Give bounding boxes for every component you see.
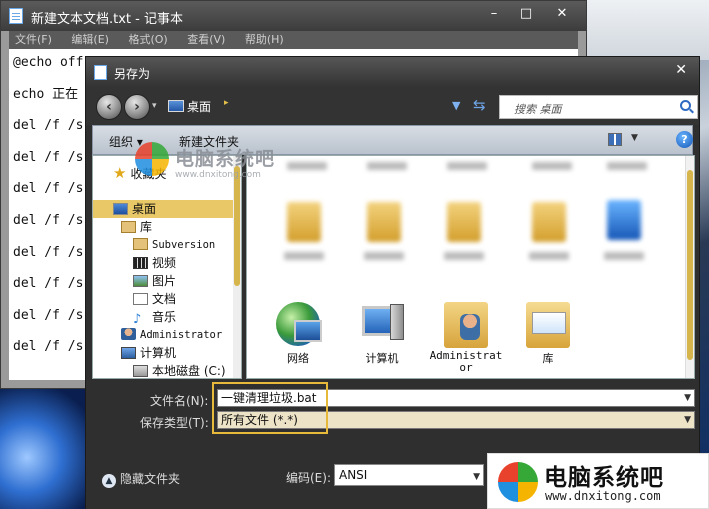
close-button[interactable]: ✕ [549,3,575,25]
library-icon [526,302,570,348]
help-icon[interactable]: ? [676,131,693,148]
content-item-computer[interactable]: 计算机 [343,302,421,366]
refresh-icon[interactable]: ⇆ [473,96,486,114]
menu-view[interactable]: 查看(V) [187,31,225,49]
notepad-menubar: 文件(F) 编辑(E) 格式(O) 查看(V) 帮助(H) [9,31,578,49]
nav-item-music[interactable]: ♪ 音乐 [133,308,176,327]
nav-item-pictures[interactable]: 图片 [133,272,176,290]
address-chevron-icon[interactable]: ▸ [224,98,229,108]
document-icon [133,293,148,305]
forward-icon[interactable]: › [124,94,150,120]
menu-file[interactable]: 文件(F) [15,31,52,49]
content-scrollbar-thumb[interactable] [687,170,693,360]
nav-item-documents[interactable]: 文档 [133,290,176,308]
network-icon [276,302,322,346]
nav-item-videos[interactable]: 视频 [133,254,176,272]
minimize-button[interactable]: – [481,3,507,25]
chevron-up-icon: ▲ [102,474,116,488]
menu-help[interactable]: 帮助(H) [245,31,284,49]
blurred-folder-icon [287,202,321,242]
notepad-titlebar[interactable]: 新建文本文档.txt - 记事本 – □ ✕ [1,1,586,31]
view-dropdown-icon[interactable]: ▼ [631,133,638,143]
content-scrollbar[interactable] [685,156,694,378]
blurred-item-label [364,252,404,260]
desktop-icon [168,100,184,112]
address-dropdown-icon[interactable]: ▼ [452,99,460,112]
notepad-icon [94,65,107,80]
save-as-dialog: 另存为 ✕ ‹ › ▾ 桌面 ▸ ▼ ⇆ 搜索 桌面 组织 ▾ 新建文件夹 ▼ … [85,56,700,509]
windows-logo-icon [498,462,538,502]
blurred-folder-icon [447,202,481,242]
blurred-item-label [367,162,407,170]
star-icon: ★ [113,164,127,182]
video-icon [133,257,148,269]
blurred-item-label [447,162,487,170]
notepad-icon [9,8,23,24]
filetype-dropdown-icon[interactable]: ▼ [684,412,691,428]
maximize-button[interactable]: □ [513,3,539,25]
blurred-folder-icon [532,202,566,242]
user-folder-icon [444,302,488,348]
dialog-title: 另存为 [114,67,151,81]
annotation-highlight-box [212,382,328,434]
folder-icon [133,238,148,250]
nav-item-computer[interactable]: 计算机 [121,344,176,362]
menu-format[interactable]: 格式(O) [128,31,167,49]
view-mode-icon[interactable] [608,133,622,146]
blurred-item-label [532,162,572,170]
address-row: ‹ › ▾ 桌面 ▸ ▼ ⇆ 搜索 桌面 [86,87,699,125]
computer-icon [121,347,136,359]
drive-icon [133,365,148,377]
watermark-title: 电脑系统吧 [175,148,276,170]
filename-label: 文件名(N): [150,394,209,408]
desktop-icon [113,203,128,215]
brand-watermark: 电脑系统吧 www.dnxitong.com [487,453,709,509]
notepad-title: 新建文本文档.txt - 记事本 [31,12,183,27]
search-icon[interactable] [680,100,691,111]
library-icon [121,221,136,233]
content-item-library[interactable]: 库 [509,302,587,366]
user-icon [121,328,136,340]
brand-title: 电脑系统吧 [544,465,664,491]
blurred-item-label [529,252,569,260]
hide-folders-button[interactable]: ▲ 隐藏文件夹 [102,470,180,488]
music-icon: ♪ [133,312,142,327]
blurred-item-label [607,162,647,170]
computer-icon [360,302,404,346]
watermark-overlay: 电脑系统吧 www.dnxitong.com [135,142,305,192]
blurred-item-label [604,252,644,260]
blurred-app-icon [607,200,641,240]
address-location[interactable]: 桌面 [187,98,211,115]
blurred-folder-icon [367,202,401,242]
blurred-item-label [444,252,484,260]
menu-edit[interactable]: 编辑(E) [71,31,109,49]
nav-item-library[interactable]: 库 [121,218,152,236]
nav-item-subversion[interactable]: Subversion [133,236,215,254]
nav-item-local-disk[interactable]: 本地磁盘 (C:) [133,362,226,378]
search-placeholder: 搜索 桌面 [514,103,562,116]
encoding-dropdown-icon[interactable]: ▼ [473,467,480,487]
content-item-network[interactable]: 网络 [259,302,337,366]
windows-logo-icon [135,142,169,176]
content-item-administrator[interactable]: Administrator [427,302,505,374]
dialog-titlebar[interactable]: 另存为 ✕ [86,57,699,87]
desktop-window-edge [583,0,709,60]
history-dropdown-icon[interactable]: ▾ [152,101,157,111]
brand-url: www.dnxitong.com [545,489,661,503]
filetype-label: 保存类型(T): [140,416,209,430]
filename-dropdown-icon[interactable]: ▼ [684,390,691,406]
picture-icon [133,275,148,287]
back-icon[interactable]: ‹ [96,94,122,120]
encoding-label: 编码(E): [286,471,331,485]
watermark-url: www.dnxitong.com [175,170,261,180]
encoding-select[interactable]: ANSI ▼ [334,464,484,486]
search-input[interactable]: 搜索 桌面 [499,95,698,119]
desktop-wallpaper-glow [0,380,90,509]
dialog-close-button[interactable]: ✕ [675,62,687,78]
blurred-item-label [284,252,324,260]
file-list: 网络 计算机 Administrator 库 [246,155,695,379]
nav-item-administrator[interactable]: Administrator [121,326,222,344]
nav-item-desktop[interactable]: 桌面 [93,200,233,218]
